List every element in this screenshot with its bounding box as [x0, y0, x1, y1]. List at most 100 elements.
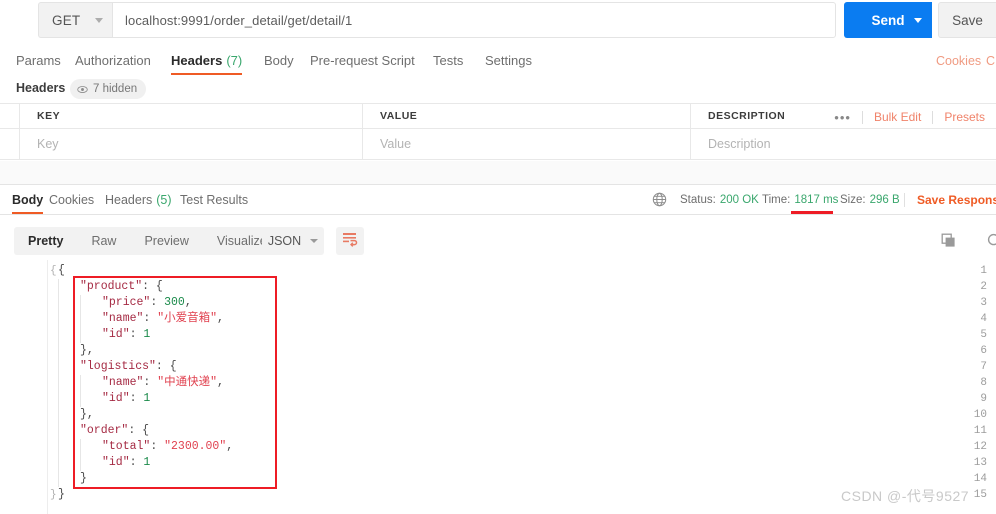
view-mode-raw[interactable]: Raw [77, 227, 130, 255]
request-tab-bar: Params Authorization Headers (7) Body Pr… [0, 46, 996, 75]
save-button-label: Save [952, 12, 983, 28]
headers-section-title: Headers [16, 81, 66, 95]
format-dropdown[interactable]: JSON [262, 227, 324, 255]
tab-label: Headers [171, 53, 223, 68]
request-url-bar: GET localhost:9991/order_detail/get/deta… [0, 0, 996, 45]
code-line: }, [58, 407, 94, 423]
response-tab-headers[interactable]: Headers (5) [105, 186, 172, 214]
code-token: , [184, 296, 192, 309]
response-tab-cookies[interactable]: Cookies [49, 186, 94, 214]
line-number: 13 [973, 457, 987, 469]
copy-icon[interactable] [941, 233, 957, 249]
response-tab-body[interactable]: Body [12, 186, 44, 214]
code-token: "order" [80, 424, 129, 437]
code-token: "total" [102, 440, 151, 453]
status-value: 200 OK [719, 194, 759, 206]
response-divider [0, 214, 996, 215]
more-options-icon[interactable]: ••• [823, 110, 862, 125]
tab-tests[interactable]: Tests [433, 46, 463, 75]
cookies-link[interactable]: Cookies [936, 46, 981, 75]
row-checkbox-cell[interactable] [0, 129, 20, 159]
tab-label: Test Results [180, 193, 249, 207]
code-line: { [58, 263, 65, 279]
word-wrap-toggle[interactable] [336, 227, 364, 255]
code-token: , [217, 376, 224, 389]
code-token: : [143, 376, 158, 389]
code-token: "name" [102, 376, 144, 389]
url-input[interactable]: localhost:9991/order_detail/get/detail/1 [112, 2, 836, 38]
save-button[interactable]: Save [938, 2, 996, 38]
code-token: "logistics" [80, 360, 156, 373]
code-line: "id": 1 [58, 327, 150, 343]
save-response-label: Save Response [917, 193, 996, 207]
time-label: Time: [762, 194, 791, 206]
line-number: 8 [980, 377, 987, 389]
line-number: 7 [980, 361, 987, 373]
code-token: 300 [164, 296, 185, 309]
bulk-edit-button[interactable]: Bulk Edit [863, 110, 932, 124]
tab-body[interactable]: Body [264, 46, 294, 75]
code-token: : { [142, 280, 163, 293]
line-number: 12 [973, 441, 987, 453]
code-line: } [58, 487, 65, 503]
chevron-down-icon [95, 18, 103, 23]
response-tab-bar: Body Cookies Headers (5) Test Results St… [0, 186, 996, 214]
http-method-dropdown[interactable]: GET [38, 2, 112, 38]
code-line: "order": { [58, 423, 149, 439]
presets-button[interactable]: Presets [933, 110, 996, 124]
code-link[interactable]: C [986, 46, 995, 75]
http-method-label: GET [52, 12, 81, 28]
tab-label: Settings [485, 53, 532, 68]
column-label-description: DESCRIPTION [708, 110, 786, 122]
tab-authorization[interactable]: Authorization [75, 46, 151, 75]
description-placeholder: Description [708, 137, 771, 151]
send-button-label: Send [871, 12, 905, 28]
search-icon[interactable] [987, 233, 996, 249]
table-row[interactable]: Key Value Description [0, 129, 996, 160]
line-number: 6 [980, 345, 987, 357]
code-token: "price" [102, 296, 151, 309]
tab-settings[interactable]: Settings [485, 46, 532, 75]
code-line: "product": { [58, 279, 163, 295]
code-token: { [58, 264, 65, 277]
table-header-checkbox-cell [0, 104, 20, 128]
send-options-button[interactable] [904, 2, 932, 38]
status-indicator: Status: 200 OK [680, 186, 759, 214]
tab-label: Tests [433, 53, 464, 68]
postman-window: GET localhost:9991/order_detail/get/deta… [0, 0, 996, 514]
hidden-headers-label: 7 hidden [93, 83, 138, 95]
size-indicator: Size: 296 B [840, 186, 900, 214]
code-line: "id": 1 [58, 455, 150, 471]
value-input[interactable]: Value [363, 129, 691, 159]
view-mode-preview[interactable]: Preview [130, 227, 202, 255]
tab-count: (7) [226, 53, 243, 68]
table-header-row: KEY VALUE DESCRIPTION ••• Bulk Edit Pres… [0, 103, 996, 129]
line-number: 3 [980, 297, 987, 309]
line-number: 2 [980, 281, 987, 293]
response-body-code[interactable]: 1 2 3 4 5 6 7 8 9 10 11 12 13 14 15 {} {"product": {"p… [0, 260, 996, 514]
response-tab-test-results[interactable]: Test Results [180, 186, 248, 214]
description-input[interactable]: Description [691, 129, 996, 159]
globe-icon[interactable] [652, 192, 667, 207]
hidden-headers-toggle[interactable]: 7 hidden [70, 79, 147, 99]
column-label-value: VALUE [380, 110, 418, 122]
size-value: 296 B [869, 194, 900, 206]
headers-subbar: Headers 7 hidden [0, 78, 996, 102]
line-number: 14 [973, 473, 987, 485]
table-header-description: DESCRIPTION ••• Bulk Edit Presets [691, 104, 996, 128]
save-response-button[interactable]: Save Response [917, 186, 996, 214]
tab-label: Authorization [75, 53, 151, 68]
url-text: localhost:9991/order_detail/get/detail/1 [125, 12, 353, 28]
line-number: 9 [980, 393, 987, 405]
response-body-toolbar: Pretty Raw Preview Visualize JSON [0, 224, 996, 258]
tab-params[interactable]: Params [16, 46, 61, 75]
tab-pre-request-script[interactable]: Pre-request Script [310, 46, 415, 75]
word-wrap-icon [342, 231, 358, 252]
view-mode-pretty[interactable]: Pretty [14, 227, 77, 255]
code-line: } [58, 471, 87, 487]
code-line: "price": 300, [58, 295, 192, 311]
code-token: : [150, 440, 165, 453]
tab-headers[interactable]: Headers (7) [171, 46, 243, 75]
pane-divider[interactable] [0, 161, 996, 185]
key-input[interactable]: Key [20, 129, 363, 159]
